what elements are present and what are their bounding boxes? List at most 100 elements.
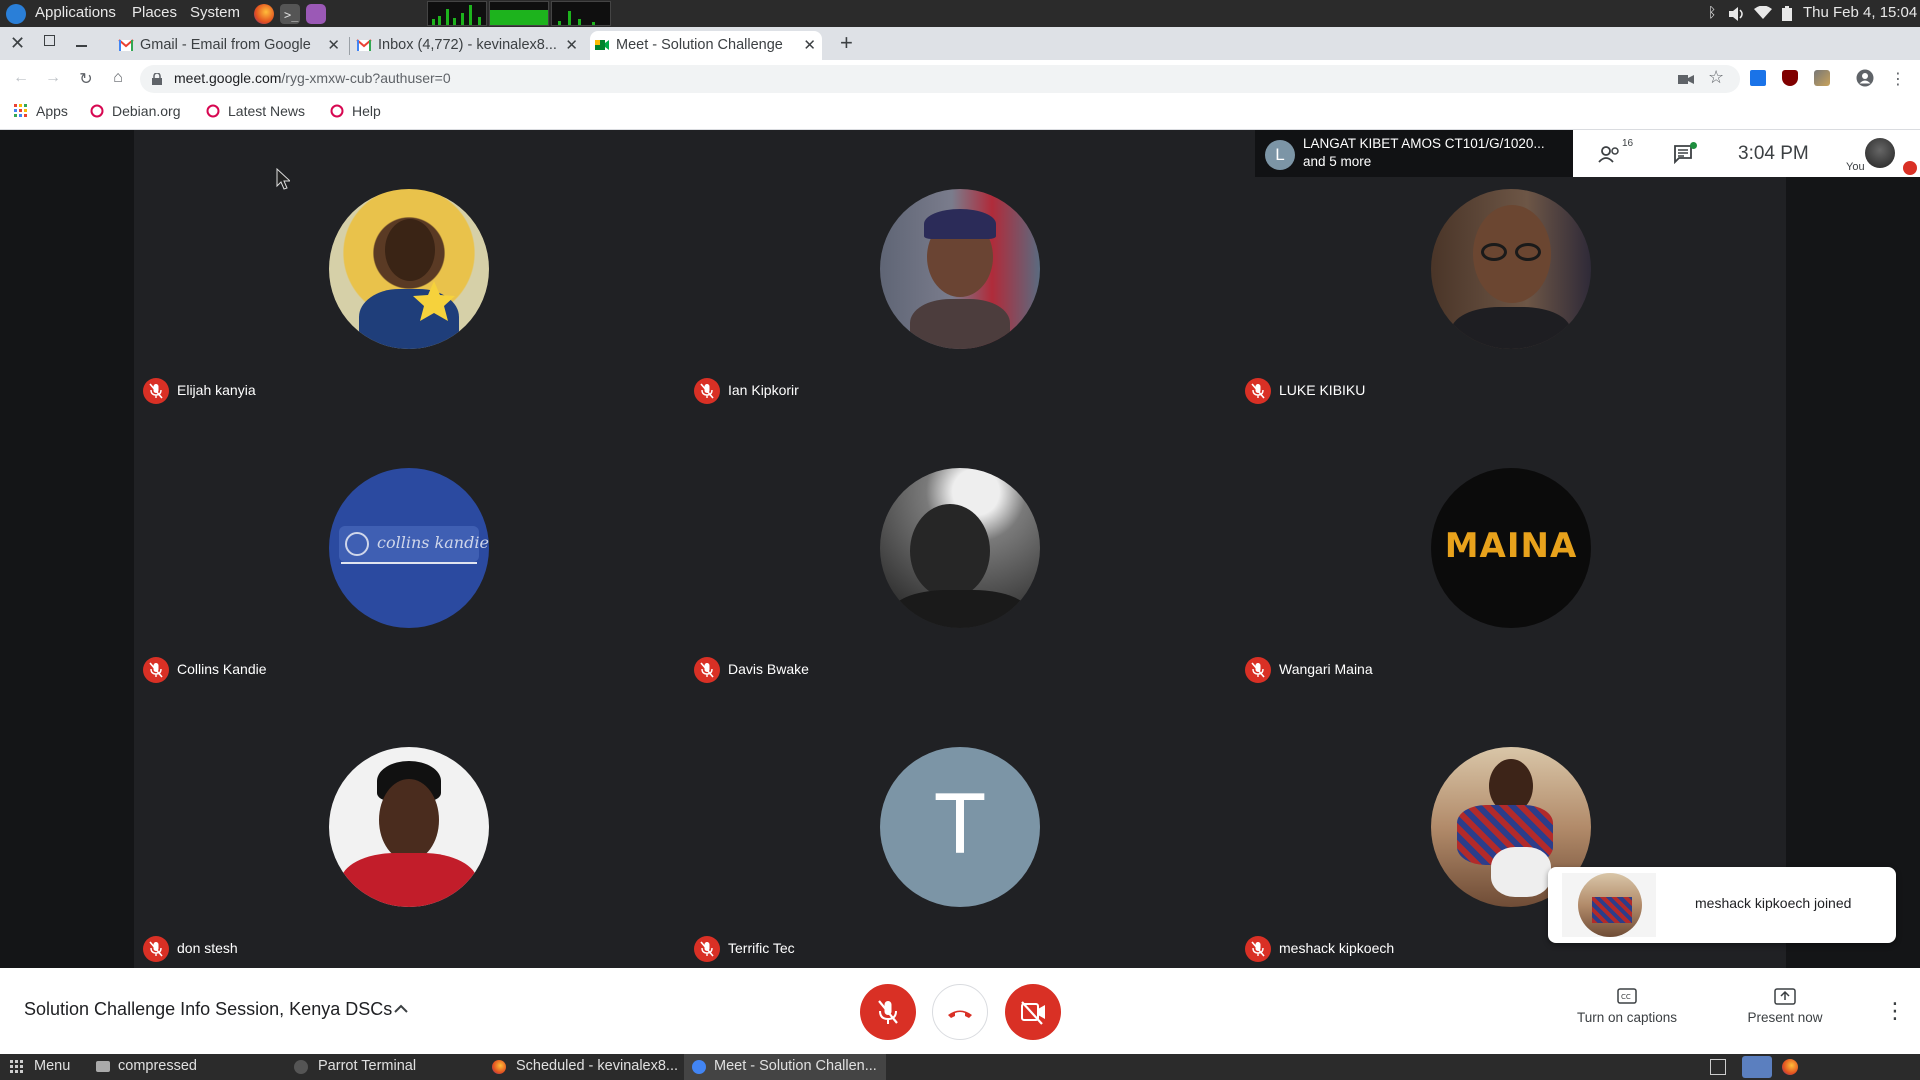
tab-gmail[interactable]: Gmail - Email from Google ✕ bbox=[114, 31, 346, 60]
participant-tile[interactable]: Davis Bwake bbox=[685, 409, 1236, 688]
tray-keyboard-icon[interactable] bbox=[1710, 1059, 1726, 1075]
home-icon[interactable]: ⌂ bbox=[108, 69, 128, 87]
bookmark-help[interactable]: Help bbox=[330, 103, 381, 119]
toast-thumb bbox=[1562, 873, 1656, 937]
system-menu[interactable]: System bbox=[190, 4, 240, 21]
mic-off-icon bbox=[143, 378, 169, 404]
applications-menu[interactable]: Applications bbox=[35, 4, 116, 21]
avatar-logo-text: MAINA bbox=[1444, 526, 1578, 566]
people-icon[interactable] bbox=[1598, 144, 1624, 164]
participant-name: Terrific Tec bbox=[728, 940, 795, 956]
tab-meet[interactable]: Meet - Solution Challenge ✕ bbox=[590, 31, 822, 60]
participant-tile[interactable]: Elijah kanyia bbox=[134, 130, 685, 409]
camera-off-icon bbox=[1021, 1001, 1045, 1025]
mic-off-icon bbox=[1245, 936, 1271, 962]
leave-call-button[interactable] bbox=[932, 984, 988, 1040]
meeting-title[interactable]: Solution Challenge Info Session, Kenya D… bbox=[24, 999, 392, 1020]
hang-up-icon bbox=[948, 1010, 972, 1018]
participant-name: Ian Kipkorir bbox=[728, 382, 799, 398]
places-menu[interactable]: Places bbox=[132, 4, 177, 21]
taskbar-item-label: Meet - Solution Challen... bbox=[714, 1058, 877, 1074]
self-mic-off-icon bbox=[1903, 161, 1917, 175]
lock-icon[interactable] bbox=[152, 73, 162, 85]
logo-mark-icon bbox=[345, 532, 369, 556]
window-close-icon[interactable]: ✕ bbox=[10, 33, 25, 54]
participant-tile[interactable]: don stesh bbox=[134, 688, 685, 967]
taskbar-item-terminal[interactable]: Parrot Terminal bbox=[318, 1058, 416, 1074]
mic-toggle-button[interactable] bbox=[860, 984, 916, 1040]
present-icon bbox=[1774, 988, 1796, 1005]
new-tab-button[interactable]: + bbox=[840, 30, 853, 56]
camera-in-use-icon[interactable] bbox=[1678, 74, 1694, 85]
parrot-logo-icon[interactable] bbox=[6, 4, 26, 24]
extension-shield-icon[interactable] bbox=[1782, 70, 1798, 86]
bookmark-apps[interactable]: Apps bbox=[14, 103, 68, 119]
presentation-chip[interactable]: L LANGAT KIBET AMOS CT101/G/1020... and … bbox=[1255, 130, 1573, 177]
participant-tile[interactable]: MAINA Wangari Maina bbox=[1236, 409, 1787, 688]
stage-side-margin bbox=[1786, 130, 1920, 968]
taskbar-item-scheduled[interactable]: Scheduled - kevinalex8... bbox=[516, 1058, 678, 1074]
participant-avatar bbox=[1431, 189, 1591, 349]
window-restore-icon[interactable] bbox=[44, 35, 55, 46]
toast-text: meshack kipkoech joined bbox=[1695, 895, 1852, 911]
terminal-launcher-icon[interactable]: >_ bbox=[280, 4, 300, 24]
presenter-avatar: L bbox=[1265, 140, 1295, 170]
chrome-icon bbox=[692, 1060, 706, 1074]
bookmark-debian[interactable]: Debian.org bbox=[90, 103, 181, 119]
stage-side-margin bbox=[0, 130, 134, 968]
system-clock[interactable]: Thu Feb 4, 15:04 bbox=[1803, 4, 1917, 21]
chevron-up-icon[interactable] bbox=[394, 1004, 408, 1014]
svg-text:>_: >_ bbox=[284, 8, 299, 22]
camera-toggle-button[interactable] bbox=[1005, 984, 1061, 1040]
participant-tile[interactable]: collins kandie Collins Kandie bbox=[134, 409, 685, 688]
volume-icon[interactable] bbox=[1728, 6, 1746, 22]
taskbar-menu[interactable]: Menu bbox=[34, 1058, 70, 1074]
menu-grid-icon[interactable] bbox=[10, 1060, 24, 1074]
captions-button[interactable]: CC Turn on captions bbox=[1567, 988, 1687, 1025]
bluetooth-icon[interactable]: ᛒ bbox=[1708, 4, 1716, 20]
participant-avatar bbox=[329, 189, 489, 349]
extension-s-icon[interactable] bbox=[1750, 70, 1766, 86]
mic-off-icon bbox=[143, 657, 169, 683]
forward-icon[interactable]: → bbox=[43, 69, 63, 87]
more-options-icon[interactable]: ⋮ bbox=[1884, 998, 1906, 1024]
battery-icon[interactable] bbox=[1781, 5, 1793, 22]
profile-icon[interactable] bbox=[1856, 69, 1874, 87]
tray-chrome-icon[interactable] bbox=[1742, 1056, 1772, 1078]
captions-label: Turn on captions bbox=[1576, 1010, 1678, 1025]
bookmark-label: Latest News bbox=[228, 103, 306, 119]
reload-icon[interactable]: ↻ bbox=[76, 69, 96, 89]
os-top-panel: Applications Places System >_ ᛒ Thu Feb … bbox=[0, 0, 1920, 27]
tab-close-icon[interactable]: ✕ bbox=[803, 36, 816, 54]
firefox-launcher-icon[interactable] bbox=[254, 4, 274, 24]
wifi-icon[interactable] bbox=[1754, 6, 1772, 20]
chat-unread-dot bbox=[1690, 142, 1697, 149]
tab-close-icon[interactable]: ✕ bbox=[327, 36, 340, 54]
taskbar-item-meet[interactable]: Meet - Solution Challen... bbox=[684, 1054, 886, 1080]
extension-icon[interactable] bbox=[1814, 70, 1830, 86]
bookmark-star-icon[interactable]: ☆ bbox=[1708, 67, 1724, 88]
address-bar[interactable]: meet.google.com/ryg-xmxw-cub?authuser=0 … bbox=[140, 65, 1740, 93]
present-label: Present now bbox=[1747, 1010, 1823, 1025]
url-host: meet.google.com bbox=[174, 70, 282, 86]
browser-menu-icon[interactable]: ⋮ bbox=[1888, 69, 1908, 89]
bookmark-latest-news[interactable]: Latest News bbox=[206, 103, 305, 119]
meet-icon bbox=[595, 40, 609, 50]
presenter-name: LANGAT KIBET AMOS CT101/G/1020... bbox=[1303, 136, 1545, 151]
network-graph bbox=[551, 1, 611, 26]
participant-tile[interactable]: Ian Kipkorir bbox=[685, 130, 1236, 409]
mic-off-icon bbox=[694, 378, 720, 404]
tab-inbox[interactable]: Inbox (4,772) - kevinalex8... ✕ bbox=[352, 31, 584, 60]
tab-close-icon[interactable]: ✕ bbox=[565, 36, 578, 54]
app-launcher-icon[interactable] bbox=[306, 4, 326, 24]
mic-off-icon bbox=[878, 1000, 898, 1024]
self-avatar[interactable] bbox=[1865, 138, 1895, 168]
meeting-time: 3:04 PM bbox=[1738, 143, 1809, 164]
tray-firefox-icon[interactable] bbox=[1782, 1059, 1798, 1075]
presenter-more: and 5 more bbox=[1303, 154, 1372, 169]
back-icon[interactable]: ← bbox=[11, 69, 31, 87]
window-minimize-icon[interactable] bbox=[76, 45, 87, 47]
present-now-button[interactable]: Present now bbox=[1725, 988, 1845, 1025]
taskbar-item-compressed[interactable]: compressed bbox=[118, 1058, 197, 1074]
participant-tile[interactable]: T Terrific Tec bbox=[685, 688, 1236, 967]
